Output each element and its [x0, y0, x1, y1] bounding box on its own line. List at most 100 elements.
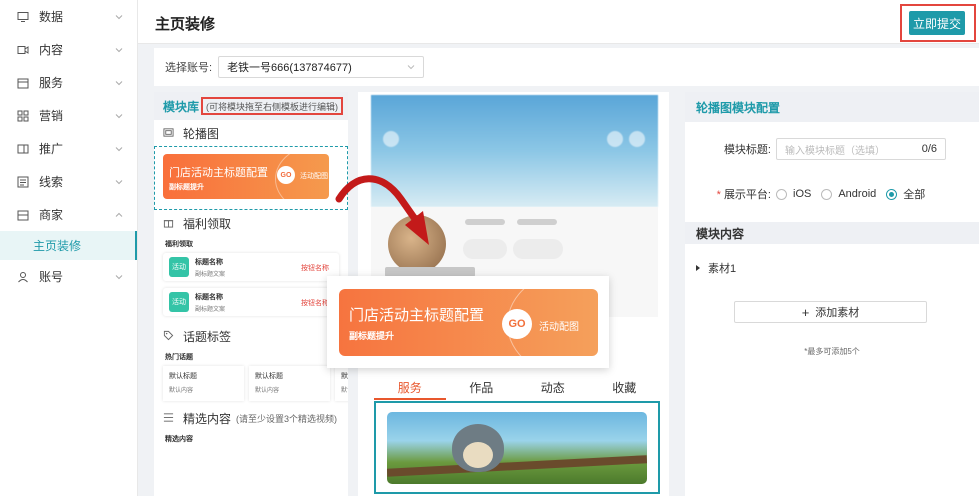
more-icon [629, 131, 645, 147]
tag-icon [163, 330, 175, 342]
module-library-header: 模块库 (可将模块拖至右侧模板进行编辑) [154, 92, 348, 120]
chevron-up-icon [115, 211, 123, 219]
banner-title: 门店活动主标题配置 [349, 307, 485, 324]
material-label: 素材1 [708, 263, 737, 275]
calendar-icon [16, 76, 30, 90]
platform-radio-ios[interactable]: iOS [776, 188, 811, 200]
section-featured-label: 精选内容 [183, 411, 232, 426]
sidebar-item-content[interactable]: 内容 [0, 33, 137, 66]
topic-item: 默认 默认 [335, 366, 348, 401]
promo-icon [16, 142, 30, 156]
benefit-item-button: 按钮名称 [301, 300, 329, 307]
carousel-module[interactable]: 门店活动主标题配置 副标题提升 GO 活动配图 [154, 146, 348, 210]
chevron-down-icon [115, 46, 123, 54]
benefit-item: 活动 标题名称 副标题文案 按钮名称 [163, 253, 339, 281]
config-title: 轮播图模块配置 [685, 92, 979, 122]
benefit-card-label: 福利领取 [165, 241, 193, 248]
benefit-item: 活动 标题名称 副标题文案 按钮名称 [163, 288, 339, 316]
list-icon [163, 412, 175, 424]
chevron-down-icon [115, 112, 123, 120]
grid-icon [16, 109, 30, 123]
account-selected-value: 老铁一号666(137874677) [227, 62, 352, 74]
platform-radio-all[interactable]: 全部 [886, 186, 925, 202]
module-title-label: 模块标题: [723, 144, 771, 156]
banner-go-badge: GO [502, 309, 532, 339]
sidebar-item-promotion[interactable]: 推广 [0, 132, 137, 165]
module-title-row: 模块标题: 输入模块标题（选填） 0/6 [685, 138, 946, 160]
chevron-down-icon [115, 79, 123, 87]
sidebar-item-marketing[interactable]: 营销 [0, 99, 137, 132]
config-panel: 轮播图模块配置 模块标题: 输入模块标题（选填） 0/6 * 展示平台: iOS … [685, 92, 979, 496]
module-title-input[interactable]: 输入模块标题（选填） 0/6 [776, 138, 946, 160]
section-featured: 精选内容 (请至少设置3个精选视频) [154, 405, 348, 431]
add-material-button[interactable]: + 添加素材 [734, 301, 927, 323]
tab-works[interactable]: 作品 [446, 376, 518, 400]
sidebar-item-label: 商家 [39, 208, 64, 222]
benefit-item-button: 按钮名称 [301, 265, 329, 272]
image-icon [163, 127, 175, 139]
tab-service[interactable]: 服务 [374, 376, 446, 400]
platform-row: * 展示平台: iOS Android 全部 [716, 186, 926, 202]
chevron-down-icon [115, 13, 123, 21]
sidebar-item-label: 数据 [39, 10, 64, 24]
module-title-placeholder: 输入模块标题（选填） [785, 145, 885, 157]
sidebar-item-account[interactable]: 账号 [0, 260, 137, 293]
banner-subtitle: 副标题提升 [349, 331, 395, 341]
list-icon [16, 175, 30, 189]
benefit-item-subtitle: 副标题文案 [195, 271, 226, 278]
sidebar-item-label: 服务 [39, 76, 64, 90]
banner-go-badge: GO [277, 166, 295, 184]
preview-banner: 门店活动主标题配置 副标题提升 GO 活动配图 [339, 289, 598, 356]
video-thumbnail [387, 412, 647, 484]
plus-icon: + [801, 304, 810, 320]
preview-featured-video[interactable] [374, 401, 660, 494]
sidebar-item-label: 线索 [39, 175, 64, 189]
featured-card-label: 精选内容 [165, 436, 193, 443]
section-carousel: 轮播图 [154, 120, 348, 146]
sidebar-item-label: 营销 [39, 109, 64, 123]
sidebar-item-data[interactable]: 数据 [0, 0, 137, 33]
section-benefit-label: 福利领取 [183, 216, 232, 231]
header: 主页装修 立即提交 [138, 0, 979, 44]
tab-activity[interactable]: 动态 [517, 376, 589, 400]
account-select[interactable]: 老铁一号666(137874677) [218, 56, 425, 78]
drag-arrow-icon [335, 175, 429, 245]
section-topic: 话题标签 [154, 323, 348, 349]
section-benefit: 福利领取 [154, 210, 348, 236]
section-topic-label: 话题标签 [183, 329, 232, 344]
chevron-down-icon [115, 273, 123, 281]
topic-module[interactable]: 热门话题 默认标题 默认内容 默认标题 默认内容 默认 默认 [163, 349, 348, 401]
preview-tabs: 服务 作品 动态 收藏 [374, 376, 660, 400]
monitor-icon [16, 10, 30, 24]
video-icon [16, 43, 30, 57]
user-icon [16, 270, 30, 284]
account-label: 选择账号: [165, 62, 213, 74]
platform-label: 展示平台: [723, 189, 771, 201]
benefit-module[interactable]: 福利领取 活动 标题名称 副标题文案 按钮名称 活动 标题名称 副标题文案 按钮… [163, 236, 339, 316]
page-title: 主页装修 [155, 16, 216, 33]
submit-button[interactable]: 立即提交 [909, 11, 965, 35]
activity-badge-icon: 活动 [169, 257, 189, 277]
back-icon [383, 131, 399, 147]
sidebar-item-service[interactable]: 服务 [0, 66, 137, 99]
featured-module[interactable]: 精选内容 [163, 431, 339, 448]
search-icon [607, 131, 623, 147]
material-item[interactable]: 素材1 [696, 260, 736, 276]
module-title-counter: 0/6 [921, 143, 937, 155]
sidebar-item-merchant[interactable]: 商家 [0, 198, 137, 231]
caret-right-icon [696, 265, 700, 271]
activity-badge-icon: 活动 [169, 292, 189, 312]
platform-radio-android[interactable]: Android [821, 188, 876, 200]
banner-title: 门店活动主标题配置 [169, 167, 268, 179]
module-library-title: 模块库 [163, 99, 200, 114]
sidebar-item-label: 内容 [39, 43, 64, 57]
chevron-down-icon [115, 145, 123, 153]
benefit-item-title: 标题名称 [195, 293, 223, 301]
dragged-carousel-banner[interactable]: 门店活动主标题配置 副标题提升 GO 活动配图 [327, 276, 609, 368]
sidebar-subitem-homepage-decor[interactable]: 主页装修 [0, 231, 137, 260]
tab-favorites[interactable]: 收藏 [589, 376, 661, 400]
sidebar-item-leads[interactable]: 线索 [0, 165, 137, 198]
topic-item: 默认标题 默认内容 [163, 366, 244, 401]
banner-subtitle: 副标题提升 [169, 184, 204, 191]
sidebar: 数据 内容 服务 营销 推广 线索 商家 主页装修 账号 [0, 0, 138, 496]
